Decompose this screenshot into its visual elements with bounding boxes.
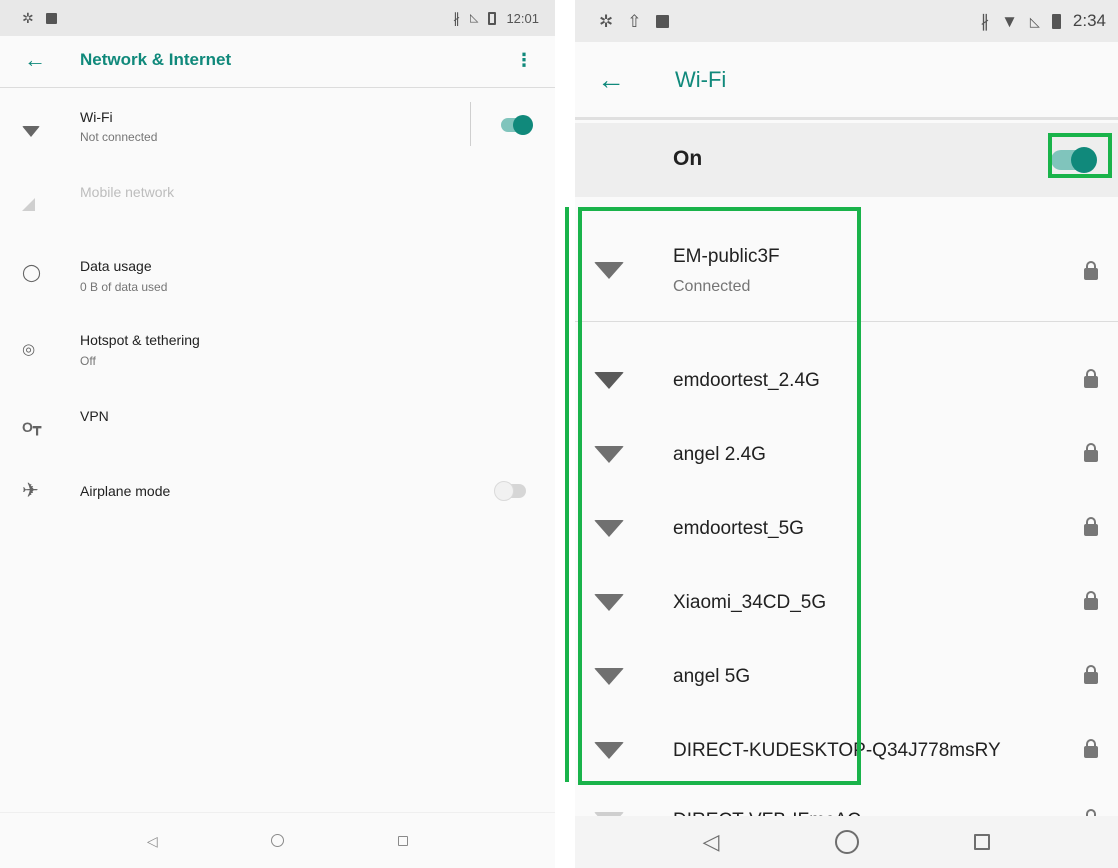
lock-icon [1084, 517, 1098, 536]
wifi-subtitle: Not connected [80, 130, 158, 144]
navigation-bar: ◁ [575, 816, 1118, 868]
lock-icon [1084, 591, 1098, 610]
network-status: Connected [673, 278, 751, 295]
overflow-menu-icon[interactable]: ⋮ [515, 50, 533, 71]
wifi-network-item[interactable]: DIRECT-KUDESKTOP-Q34J778msRY [575, 714, 1118, 787]
wifi-signal-icon [594, 262, 624, 284]
airplane-icon: ✈ [22, 480, 39, 502]
wifi-signal-icon [594, 594, 624, 616]
lock-icon [1084, 261, 1098, 280]
back-arrow-icon[interactable]: ← [24, 49, 46, 71]
back-arrow-icon[interactable]: ← [597, 66, 625, 94]
highlight-edge-line [565, 207, 569, 782]
image-notification-icon [655, 14, 669, 28]
mobile-network-item: Mobile network [0, 170, 555, 240]
wifi-screen: ✲ ⇧ ∦ ▼ ◺ 2:34 ← Wi-Fi On EM-public3F Co… [575, 0, 1118, 868]
network-name: emdoortest_2.4G [673, 370, 820, 391]
page-title: Network & Internet [80, 50, 232, 69]
nav-back-icon[interactable]: ◁ [147, 834, 158, 848]
nav-home-icon[interactable] [834, 830, 859, 854]
wifi-network-item[interactable]: angel 2.4G [575, 418, 1118, 491]
wifi-signal-icon [594, 520, 624, 542]
wifi-signal-icon [594, 668, 624, 690]
wifi-master-switch-bar[interactable]: On [575, 123, 1118, 197]
nav-home-icon[interactable] [271, 834, 285, 847]
status-bar: ✲ ⇧ ∦ ▼ ◺ 2:34 [575, 0, 1118, 42]
network-name: EM-public3F [673, 246, 780, 267]
data-usage-title: Data usage [80, 258, 152, 274]
app-bar: ← Network & Internet ⋮ [0, 36, 555, 88]
wifi-icon [22, 122, 40, 140]
wifi-toggle[interactable] [501, 115, 533, 135]
airplane-mode-title: Airplane mode [80, 483, 171, 499]
wifi-network-item[interactable]: DIRECT-VFB-IFmcAC [575, 788, 1118, 818]
network-name: Xiaomi_34CD_5G [673, 592, 827, 613]
status-bar: ✲ ∦ ◺ 12:01 [0, 0, 555, 36]
nav-back-icon[interactable]: ◁ [703, 831, 720, 853]
network-name: angel 5G [673, 666, 751, 687]
wifi-signal-icon [594, 372, 624, 394]
wifi-network-item[interactable]: angel 5G [575, 640, 1118, 713]
battery-icon [488, 11, 497, 25]
wifi-network-item[interactable]: emdoortest_5G [575, 492, 1118, 565]
hotspot-tethering-item[interactable]: ◎ Hotspot & tethering Off [0, 320, 555, 390]
wifi-network-item[interactable]: Xiaomi_34CD_5G [575, 566, 1118, 639]
upload-icon: ⇧ [627, 11, 642, 31]
clock: 12:01 [506, 10, 539, 26]
data-usage-icon: ◯ [22, 263, 42, 282]
settings-notification-icon: ✲ [22, 10, 34, 26]
bluetooth-icon: ∦ [980, 11, 990, 31]
wifi-signal-icon [594, 742, 624, 764]
cellular-signal-icon [22, 196, 35, 214]
wifi-state-label: On [673, 147, 703, 170]
vpn-title: VPN [80, 408, 109, 424]
lock-icon [1084, 369, 1098, 388]
vpn-key-icon: O┳ [22, 419, 42, 435]
clock: 2:34 [1072, 11, 1106, 30]
app-bar: ← Wi-Fi [575, 42, 1118, 120]
divider [470, 102, 471, 146]
wifi-network-connected[interactable]: EM-public3F Connected [575, 230, 1118, 320]
vpn-item[interactable]: O┳ VPN [0, 396, 555, 456]
lock-icon [1084, 739, 1098, 758]
battery-icon [1051, 13, 1061, 29]
mobile-network-title: Mobile network [80, 184, 175, 200]
nav-recents-icon[interactable] [974, 834, 991, 850]
hotspot-title: Hotspot & tethering [80, 332, 200, 348]
image-notification-icon [45, 12, 57, 24]
network-name: angel 2.4G [673, 444, 766, 465]
network-internet-screen: ✲ ∦ ◺ 12:01 ← Network & Internet ⋮ Wi-Fi… [0, 0, 555, 868]
lock-icon [1084, 665, 1098, 684]
nav-recents-icon[interactable] [398, 835, 409, 846]
bluetooth-icon: ∦ [452, 10, 460, 26]
navigation-bar: ◁ [0, 812, 555, 868]
hotspot-subtitle: Off [80, 354, 96, 368]
wifi-network-item[interactable]: emdoortest_2.4G [575, 344, 1118, 417]
data-usage-subtitle: 0 B of data used [80, 280, 168, 294]
no-sim-icon: ◺ [469, 11, 479, 24]
airplane-mode-toggle[interactable] [494, 481, 526, 501]
hotspot-icon: ◎ [22, 341, 36, 358]
network-name: DIRECT-KUDESKTOP-Q34J778msRY [673, 740, 1001, 761]
wifi-setting-item[interactable]: Wi-Fi Not connected [0, 96, 555, 166]
page-title: Wi-Fi [675, 67, 727, 92]
lock-icon [1084, 443, 1098, 462]
wifi-status-icon: ▼ [1001, 11, 1018, 31]
wifi-master-toggle[interactable] [1051, 147, 1097, 173]
airplane-mode-item[interactable]: ✈ Airplane mode [0, 470, 555, 520]
settings-notification-icon: ✲ [599, 11, 614, 31]
network-name: emdoortest_5G [673, 518, 804, 539]
wifi-title: Wi-Fi [80, 109, 113, 125]
no-sim-icon: ◺ [1029, 13, 1040, 29]
wifi-signal-icon [594, 446, 624, 468]
divider [575, 321, 1118, 322]
data-usage-item[interactable]: ◯ Data usage 0 B of data used [0, 246, 555, 316]
